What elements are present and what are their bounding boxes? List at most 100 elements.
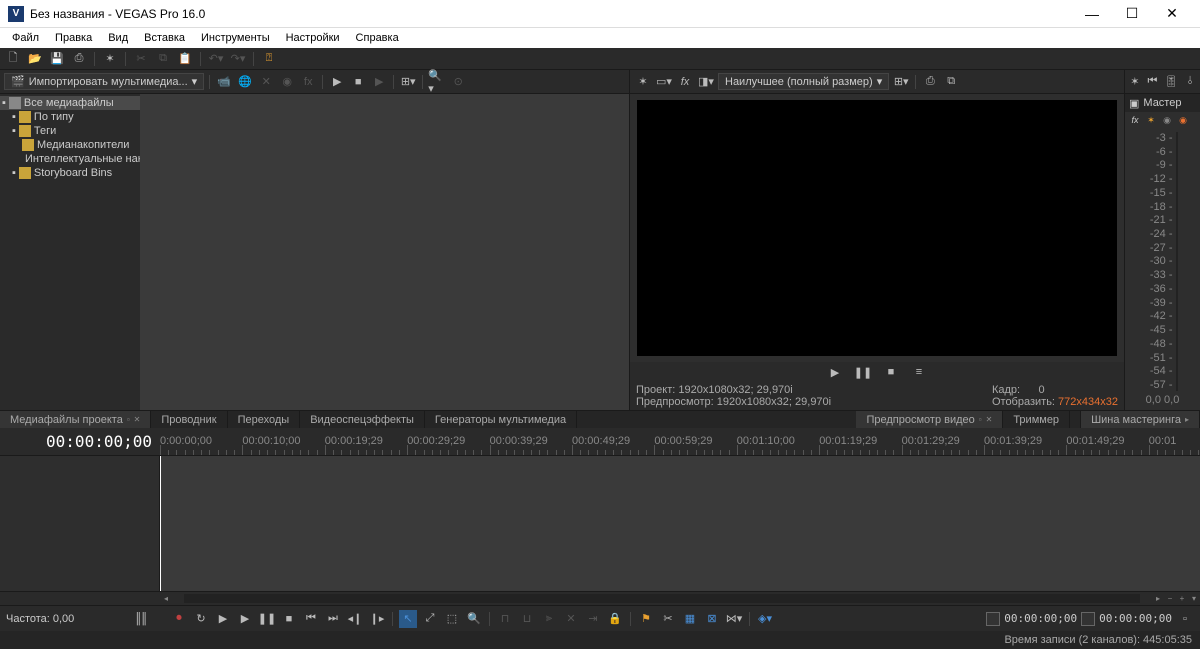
time-ruler[interactable]: 0:00:00;0000:00:10;0000:00:19;2900:00:29… <box>160 428 1200 455</box>
media-grid[interactable] <box>140 94 629 410</box>
get-media-icon[interactable]: 🌐 <box>236 73 254 91</box>
pause-icon[interactable]: ❚❚ <box>854 363 872 381</box>
dim-icon[interactable]: ⫰ <box>1184 73 1196 91</box>
tab-preview[interactable]: Предпросмотр видео▫✕ <box>856 411 1003 428</box>
play-icon[interactable]: ▶ <box>236 610 254 628</box>
fx-icon[interactable]: fx <box>1129 114 1141 126</box>
normal-edit-icon[interactable]: ↖ <box>399 610 417 628</box>
properties-icon[interactable]: ◉ <box>278 73 296 91</box>
v-handle-icon[interactable]: ▾ <box>1188 592 1200 605</box>
menu-insert[interactable]: Вставка <box>136 30 193 46</box>
set-out-icon[interactable] <box>1081 612 1095 626</box>
ignore-icon[interactable]: ⊠ <box>703 610 721 628</box>
snapshot-icon[interactable]: ⎙ <box>921 73 939 91</box>
snap2-icon[interactable]: ⊔ <box>518 610 536 628</box>
mixer-icon[interactable]: 🎚 <box>1164 73 1178 91</box>
quantize-icon[interactable]: ⫸ <box>540 610 558 628</box>
solo-icon[interactable]: ◉ <box>1177 114 1189 126</box>
prefs-icon[interactable]: ✶ <box>634 73 652 91</box>
autopreview-icon[interactable]: ▶ <box>370 73 388 91</box>
zoom-out-icon[interactable]: − <box>1164 592 1176 605</box>
lock-icon[interactable]: 🔒 <box>606 610 624 628</box>
scroll-track[interactable] <box>184 594 1140 603</box>
undock-icon[interactable]: ▫ <box>127 415 130 424</box>
marker-icon[interactable]: ⚑ <box>637 610 655 628</box>
select-icon[interactable]: ⬚ <box>443 610 461 628</box>
views-icon[interactable]: ⊞▾ <box>399 73 417 91</box>
tree-root[interactable]: ▪ Все медиафайлы <box>0 96 140 110</box>
fx-icon[interactable]: fx <box>676 73 694 91</box>
prev-icon[interactable]: ⏮ <box>1147 73 1159 91</box>
expand-icon[interactable]: ▣ <box>1129 97 1139 110</box>
pause-icon[interactable]: ❚❚ <box>258 610 276 628</box>
tree-item[interactable]: ▪ По типу <box>0 110 140 124</box>
go-start-icon[interactable]: ⏮ <box>302 610 320 628</box>
close-button[interactable]: ✕ <box>1152 0 1192 28</box>
maximize-button[interactable]: ☐ <box>1112 0 1152 28</box>
stop-icon[interactable]: ■ <box>280 610 298 628</box>
tree-item[interactable]: Интеллектуальные нак <box>0 152 140 166</box>
play-icon[interactable]: ▶ <box>826 363 844 381</box>
fx-icon[interactable]: fx <box>299 73 317 91</box>
overlays-icon[interactable]: ⊞▾ <box>892 73 910 91</box>
search-icon[interactable]: 🔍▾ <box>428 73 446 91</box>
track-headers[interactable] <box>0 456 160 591</box>
properties-icon[interactable]: ✶ <box>101 50 119 68</box>
open-icon[interactable]: 📂 <box>26 50 44 68</box>
menu-settings[interactable]: Настройки <box>278 30 348 46</box>
whatsthis-icon[interactable]: ⍰ <box>260 50 278 68</box>
menu-help[interactable]: Справка <box>348 30 407 46</box>
copy-frame-icon[interactable]: ⧉ <box>942 73 960 91</box>
stop-icon[interactable]: ■ <box>882 363 900 381</box>
stop-icon[interactable]: ■ <box>349 73 367 91</box>
track-area[interactable] <box>160 456 1200 591</box>
zoom-in-icon[interactable]: + <box>1176 592 1188 605</box>
scroll-left-icon[interactable]: ◂ <box>160 592 172 605</box>
undock-icon[interactable]: ▫ <box>1176 610 1194 628</box>
redo-icon[interactable]: ↷▾ <box>229 50 247 68</box>
prefs-icon[interactable]: ✶ <box>1129 73 1141 91</box>
autoripple-icon[interactable]: ⇥ <box>584 610 602 628</box>
playhead[interactable] <box>160 456 161 591</box>
tag-icon[interactable]: ⊙ <box>449 73 467 91</box>
render-icon[interactable]: ⎙ <box>70 50 88 68</box>
play-icon[interactable]: ▶ <box>328 73 346 91</box>
end-time2[interactable]: 00:00:00;00 <box>1099 612 1172 625</box>
capture-icon[interactable]: 📹 <box>215 73 233 91</box>
save-icon[interactable]: 💾 <box>48 50 66 68</box>
split-icon[interactable]: ✂ <box>659 610 677 628</box>
go-end-icon[interactable]: ⏭ <box>324 610 342 628</box>
tab-videofx[interactable]: Видеоспецэффекты <box>300 411 425 428</box>
menu-view[interactable]: Вид <box>100 30 136 46</box>
gear-icon[interactable]: ✶ <box>1145 114 1157 126</box>
external-icon[interactable]: ▭▾ <box>655 73 673 91</box>
paste-icon[interactable]: 📋 <box>176 50 194 68</box>
tab-trimmer[interactable]: Триммер <box>1003 411 1070 428</box>
motion-icon[interactable]: ◈▾ <box>756 610 774 628</box>
tab-media[interactable]: Медиафайлы проекта▫✕ <box>0 411 151 428</box>
minimize-button[interactable]: — <box>1072 0 1112 28</box>
splitscreen-icon[interactable]: ◨▾ <box>697 73 715 91</box>
snap-icon[interactable]: ⊓ <box>496 610 514 628</box>
loop-icon[interactable]: ↻ <box>192 610 210 628</box>
copy-icon[interactable]: ⧉ <box>154 50 172 68</box>
tree-item[interactable]: Медианакопители <box>0 138 140 152</box>
menu-icon[interactable]: ≡ <box>910 363 928 381</box>
tab-generators[interactable]: Генераторы мультимедиа <box>425 411 577 428</box>
expand-icon[interactable]: ▸ <box>1185 415 1189 424</box>
prev-frame-icon[interactable]: ◂❙ <box>346 610 364 628</box>
set-in-icon[interactable] <box>986 612 1000 626</box>
import-media-button[interactable]: 🎬 Импортировать мультимедиа... ▾ <box>4 73 204 90</box>
group-icon[interactable]: ▦ <box>681 610 699 628</box>
quality-dropdown[interactable]: Наилучшее (полный размер) ▾ <box>718 73 889 90</box>
tab-transitions[interactable]: Переходы <box>228 411 301 428</box>
close-tab-icon[interactable]: ✕ <box>986 415 993 424</box>
autocross-icon[interactable]: ✕ <box>562 610 580 628</box>
media-tree[interactable]: ▪ Все медиафайлы ▪ По типу ▪ Теги Медиан… <box>0 94 140 410</box>
close-tab-icon[interactable]: ✕ <box>134 415 141 424</box>
menu-edit[interactable]: Правка <box>47 30 100 46</box>
end-time1[interactable]: 00:00:00;00 <box>1004 612 1077 625</box>
envelope-icon[interactable]: ⤢ <box>421 610 439 628</box>
zoom-icon[interactable]: 🔍 <box>465 610 483 628</box>
menu-file[interactable]: Файл <box>4 30 47 46</box>
